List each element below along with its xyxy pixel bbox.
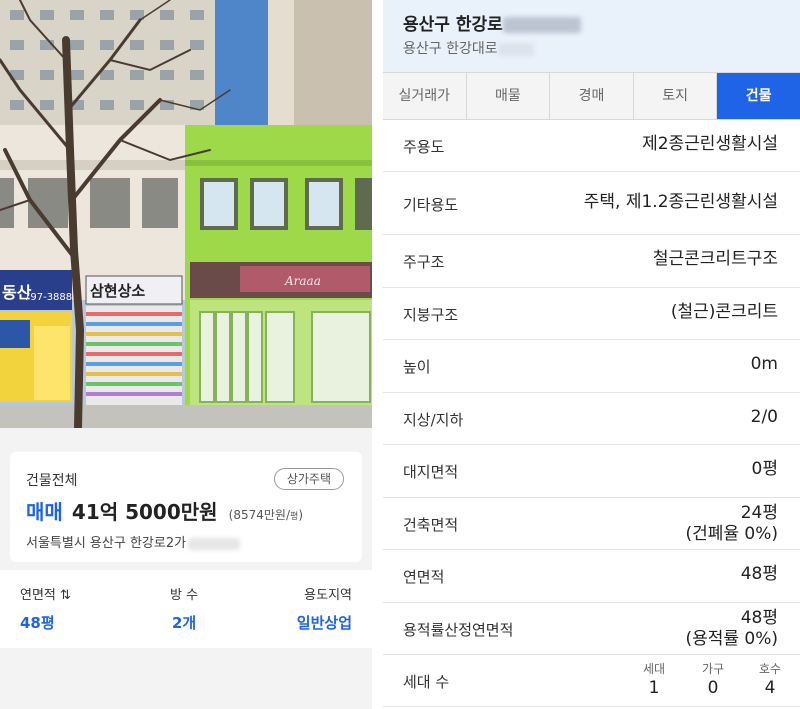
category-badge: 상가주택 bbox=[273, 468, 344, 490]
unit-header: 호수 bbox=[758, 662, 782, 676]
info-label: 건축면적 bbox=[403, 516, 459, 534]
subtitle-redacted bbox=[497, 42, 534, 56]
trade-type: 매매 bbox=[26, 500, 63, 524]
address-redacted bbox=[188, 537, 241, 550]
building-type-label: 건물전체 bbox=[26, 473, 78, 489]
info-label: 지붕구조 bbox=[403, 306, 459, 324]
tab-land[interactable]: 토지 bbox=[633, 73, 718, 119]
area-value: 48평 bbox=[20, 614, 55, 632]
info-label: 기타용도 bbox=[403, 196, 459, 214]
info-label: 세대 수 bbox=[403, 673, 450, 691]
info-row-main-structure: 주구조 철근콘크리트구조 bbox=[383, 235, 800, 288]
price: 41억 5000만원 bbox=[71, 500, 218, 524]
location-subtitle-text: 용산구 한강대로 bbox=[403, 41, 498, 57]
info-label: 용적률산정연면적 bbox=[403, 621, 514, 639]
listing-summary-card[interactable]: 건물전체 상가주택 매매 41억 5000만원 (8574만원/평) 서울특별시… bbox=[10, 452, 362, 562]
info-value: 주택, 제1.2종근린생활시설 bbox=[583, 192, 778, 212]
info-row-total-area: 연면적 48평 bbox=[383, 550, 800, 603]
tab-listings[interactable]: 매물 bbox=[466, 73, 551, 119]
info-value: 24평 (건폐율 0%) bbox=[685, 503, 778, 545]
price-row: 매매 41억 5000만원 (8574만원/평) bbox=[26, 496, 303, 525]
rooms-value: 2개 bbox=[172, 614, 197, 632]
info-value: 0m bbox=[750, 354, 778, 374]
info-row-main-use: 주용도 제2종근린생활시설 bbox=[383, 120, 800, 172]
shop-sign-center: 삼현상소 bbox=[90, 282, 145, 300]
info-row-other-use: 기타용도 주택, 제1.2종근린생활시설 bbox=[383, 172, 800, 235]
info-row-height: 높이 0m bbox=[383, 340, 800, 393]
shop-sign-phone: 797-3888 bbox=[24, 292, 72, 303]
shop-sign-right: Araaa bbox=[284, 274, 321, 288]
info-value: 0평 bbox=[751, 459, 778, 479]
unit-count: 호수 4 bbox=[750, 661, 790, 699]
zoning-value: 일반상업 bbox=[296, 614, 352, 632]
building-detail-panel: 용산구 한강로 용산구 한강대로 실거래가 매물 경매 토지 건물 주용도 제2… bbox=[383, 0, 800, 709]
info-row-far-area: 용적률산정연면적 48평 (용적률 0%) bbox=[383, 603, 800, 655]
building-photo[interactable]: Araaa 동산 797-3888 삼현상소 bbox=[0, 0, 372, 428]
info-label: 주구조 bbox=[403, 253, 445, 271]
tab-building[interactable]: 건물 bbox=[717, 73, 800, 119]
building-photo-illustration: Araaa 동산 797-3888 삼현상소 bbox=[0, 0, 372, 428]
zoning-label: 용도지역 bbox=[304, 588, 352, 603]
info-value-sub: (용적률 0%) bbox=[685, 629, 778, 649]
unit-price-close: ) bbox=[298, 508, 303, 522]
info-tabs: 실거래가 매물 경매 토지 건물 bbox=[383, 72, 800, 120]
info-value: (철근)콘크리트 bbox=[670, 302, 778, 322]
title-redacted bbox=[502, 17, 581, 33]
info-label: 주용도 bbox=[403, 138, 445, 156]
household-value: 1 bbox=[648, 678, 660, 698]
info-value-main: 24평 bbox=[740, 503, 778, 523]
location-title-text: 용산구 한강로 bbox=[403, 15, 503, 35]
info-row-floors: 지상/지하 2/0 bbox=[383, 393, 800, 445]
family-value: 0 bbox=[707, 678, 719, 698]
info-value-main: 48평 bbox=[740, 608, 778, 628]
info-label: 대지면적 bbox=[403, 463, 459, 481]
family-count: 가구 0 bbox=[693, 661, 733, 699]
listing-panel: Araaa 동산 797-3888 삼현상소 건물전체 상가주택 매매 41억 … bbox=[0, 0, 372, 709]
family-header: 가구 bbox=[701, 662, 725, 676]
location-subtitle: 용산구 한강대로 bbox=[403, 38, 534, 58]
info-value: 철근콘크리트구조 bbox=[652, 249, 778, 269]
unit-value: 4 bbox=[764, 678, 776, 698]
building-info-list: 주용도 제2종근린생활시설 기타용도 주택, 제1.2종근린생활시설 주구조 철… bbox=[383, 120, 800, 707]
info-row-building-area: 건축면적 24평 (건폐율 0%) bbox=[383, 498, 800, 550]
location-header: 용산구 한강로 용산구 한강대로 bbox=[383, 0, 800, 72]
unit-price-value: (8574만원/ bbox=[228, 508, 291, 522]
info-value: 2/0 bbox=[750, 407, 778, 427]
address-text: 서울특별시 용산구 한강로2가 bbox=[26, 536, 187, 551]
info-value: 48평 (용적률 0%) bbox=[685, 608, 778, 650]
info-label: 높이 bbox=[403, 358, 431, 376]
tab-actual-price[interactable]: 실거래가 bbox=[383, 73, 467, 119]
location-title: 용산구 한강로 bbox=[403, 10, 581, 35]
area-sort-toggle[interactable]: 연면적 ⇅ bbox=[20, 584, 71, 603]
listing-address: 서울특별시 용산구 한강로2가 bbox=[26, 532, 241, 551]
info-value-sub: (건폐율 0%) bbox=[685, 524, 778, 544]
info-value: 48평 bbox=[740, 564, 778, 584]
info-value: 제2종근린생활시설 bbox=[642, 134, 778, 154]
info-label: 연면적 bbox=[403, 568, 445, 586]
info-row-households: 세대 수 세대 1 가구 0 호수 4 bbox=[383, 655, 800, 707]
unit-price: (8574만원/평) bbox=[229, 508, 303, 522]
household-count: 세대 1 bbox=[634, 661, 674, 699]
rooms-label: 방 수 bbox=[170, 588, 199, 603]
household-header: 세대 bbox=[642, 662, 666, 676]
listing-stats: 연면적 ⇅ 48평 방 수 2개 용도지역 일반상업 bbox=[0, 570, 372, 648]
info-label: 지상/지하 bbox=[403, 411, 464, 429]
tab-auction[interactable]: 경매 bbox=[550, 73, 634, 119]
info-row-site-area: 대지면적 0평 bbox=[383, 445, 800, 498]
info-row-roof-structure: 지붕구조 (철근)콘크리트 bbox=[383, 288, 800, 340]
